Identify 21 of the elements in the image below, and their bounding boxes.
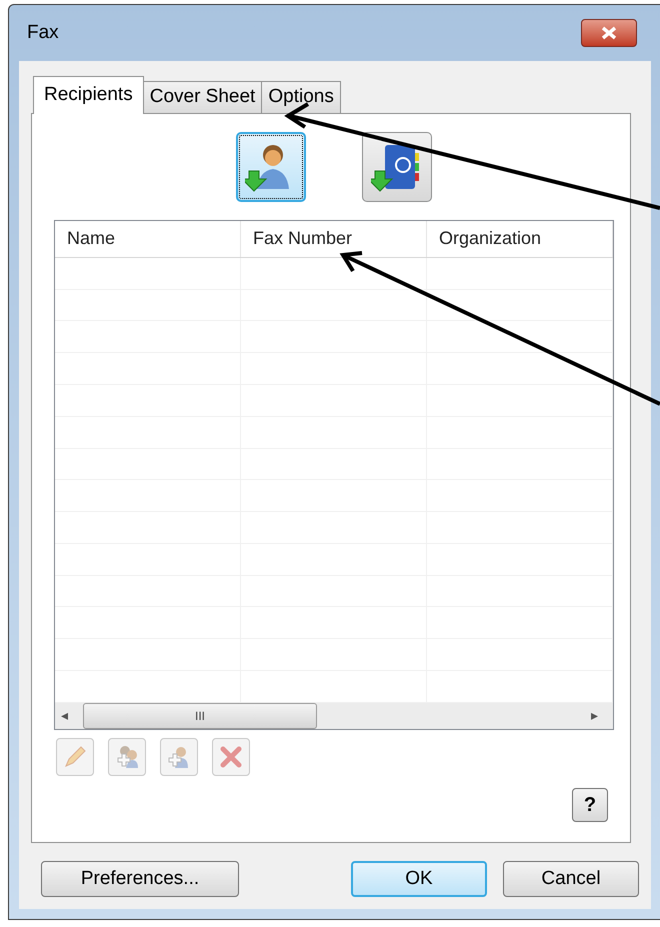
dialog-button[interactable]: Preferences...	[41, 861, 239, 897]
close-button[interactable]	[581, 19, 637, 47]
column-header[interactable]: Name	[55, 221, 241, 257]
scroll-right-arrow[interactable]: ▸	[591, 705, 607, 726]
import-button[interactable]	[236, 132, 306, 202]
help-button[interactable]: ?	[572, 788, 608, 822]
tab[interactable]: Recipients	[33, 76, 144, 114]
close-icon	[600, 26, 618, 40]
column-header[interactable]: Fax Number	[241, 221, 427, 257]
delete-icon	[218, 744, 244, 770]
column-header[interactable]: Organization	[427, 221, 613, 257]
tab[interactable]: Options	[261, 81, 341, 113]
scroll-left-arrow[interactable]: ◂	[61, 705, 77, 726]
dialog-button[interactable]: OK	[351, 861, 487, 897]
window-title: Fax	[27, 20, 59, 45]
horizontal-scrollbar[interactable]: ◂ III ▸	[55, 702, 613, 729]
scrollbar-thumb[interactable]: III	[83, 702, 317, 729]
import-button[interactable]	[362, 132, 432, 202]
pencil-icon	[62, 744, 88, 770]
dialog-button[interactable]: Cancel	[503, 861, 639, 897]
tab[interactable]: Cover Sheet	[142, 81, 262, 113]
